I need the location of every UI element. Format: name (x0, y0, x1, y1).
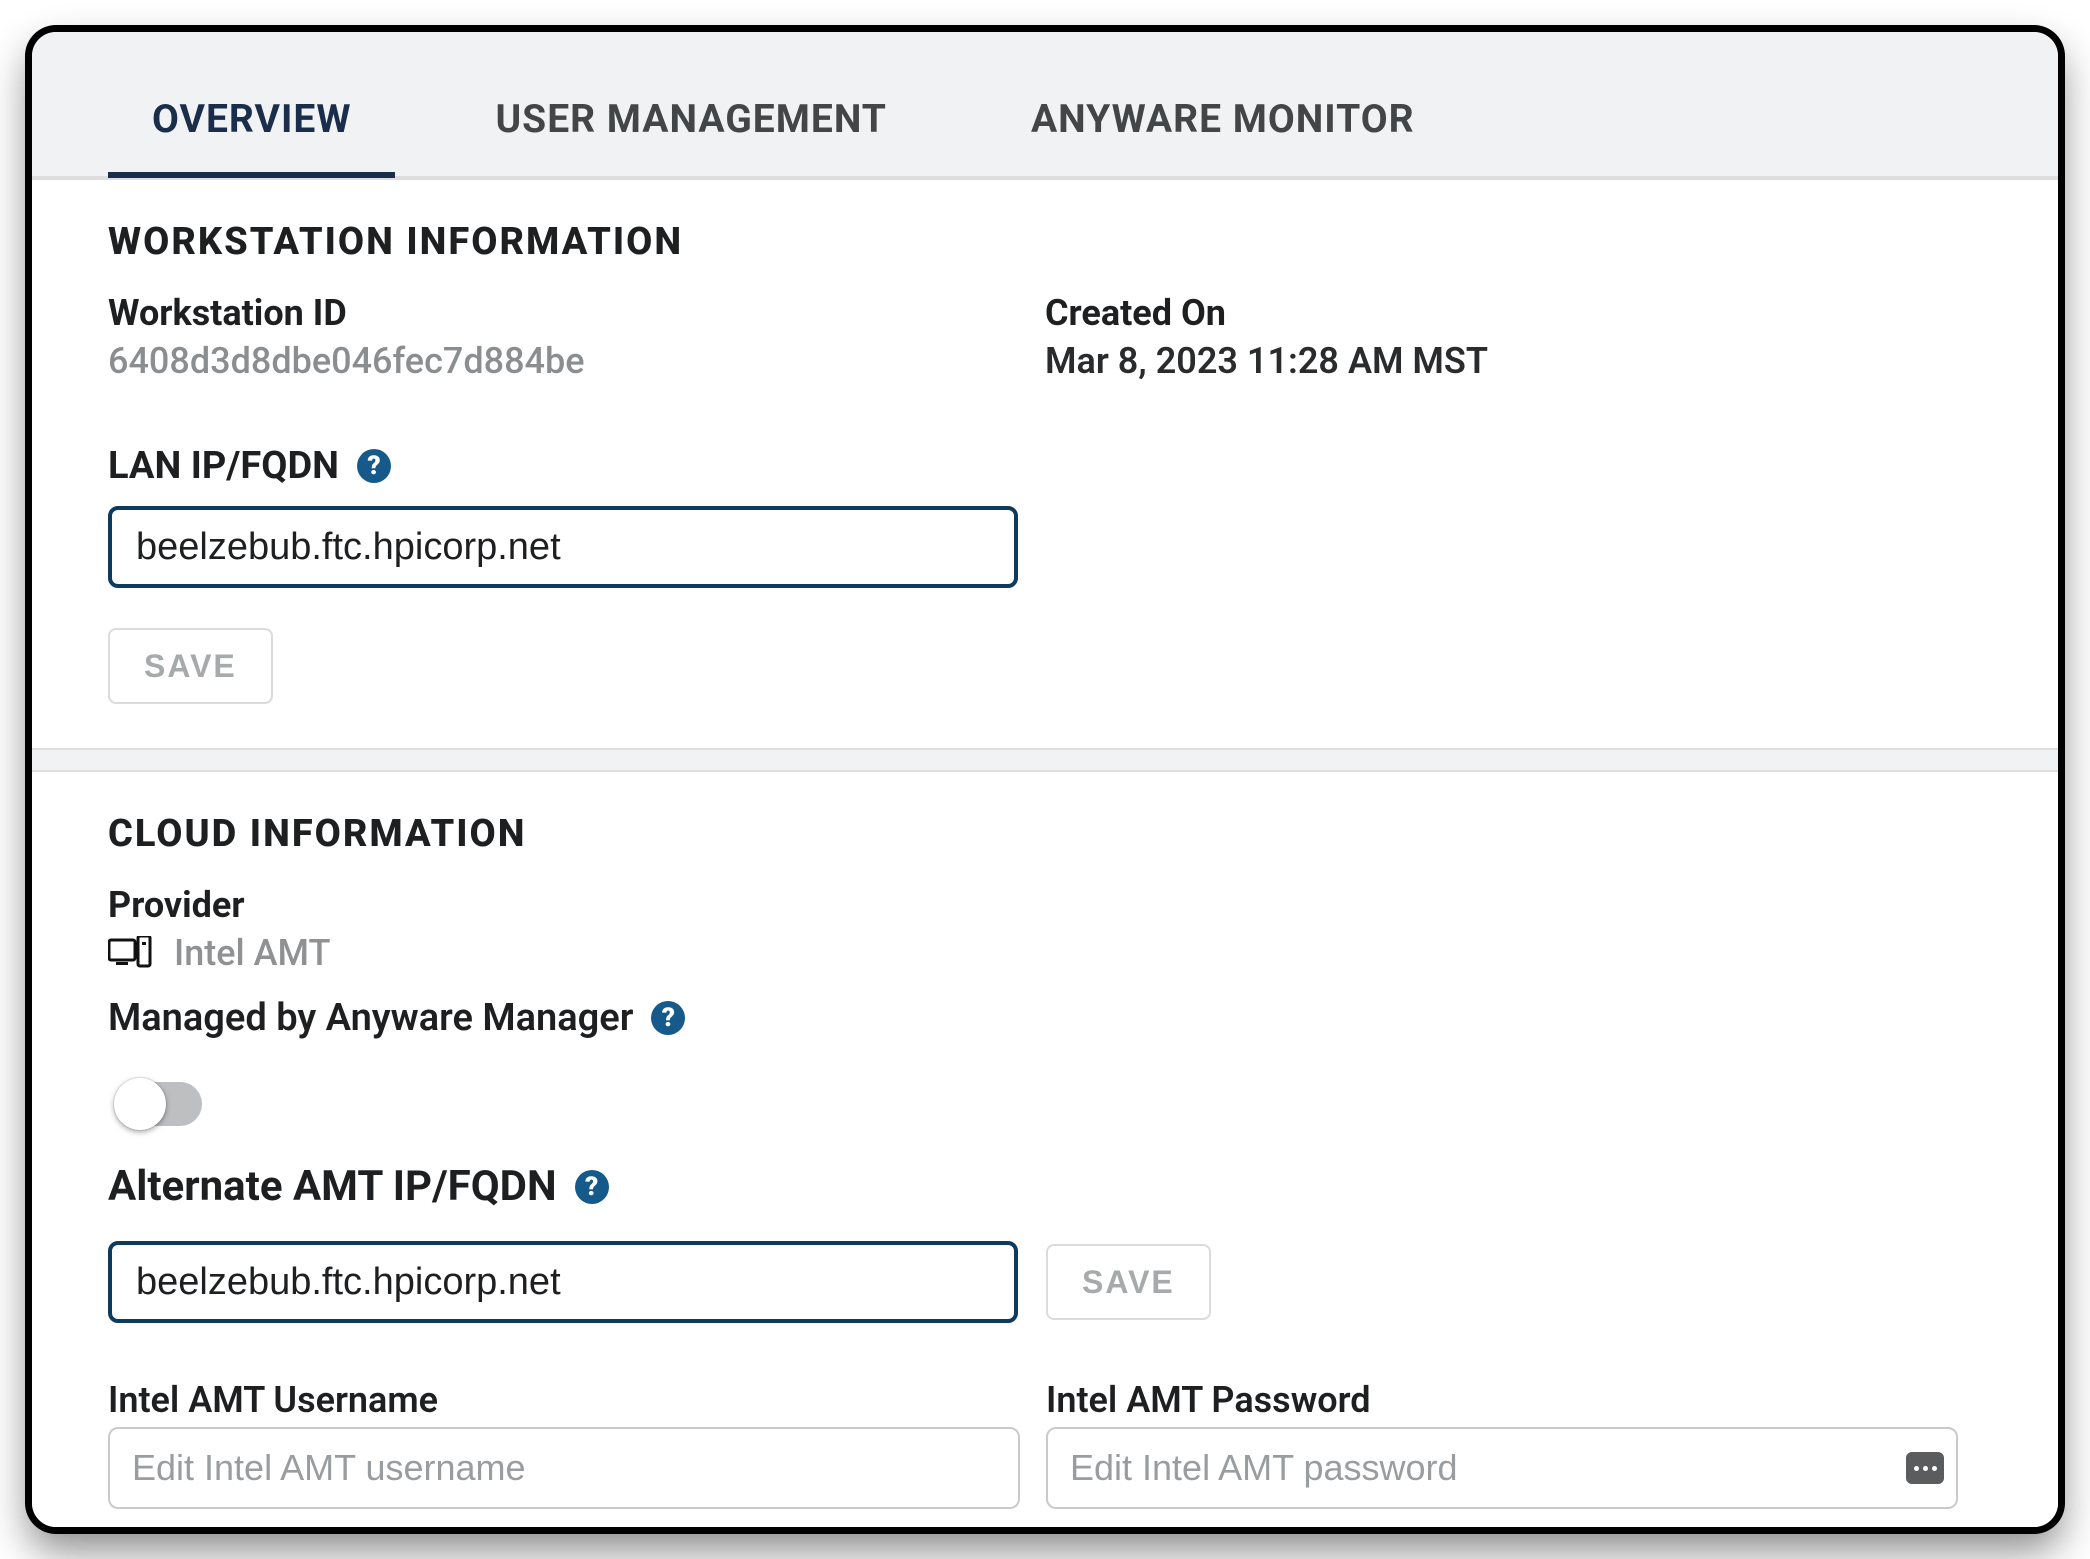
tab-bar: OVERVIEW USER MANAGEMENT ANYWARE MONITOR (32, 32, 2058, 178)
panel-workstation-info: WORKSTATION INFORMATION Workstation ID 6… (32, 178, 2058, 750)
toggle-knob (114, 1078, 166, 1130)
help-icon[interactable]: ? (575, 1170, 609, 1204)
save-lan-button[interactable]: SAVE (108, 628, 273, 704)
panel-cloud-info: CLOUD INFORMATION Provider Intel AMT (32, 770, 2058, 1531)
label-amt-password: Intel AMT Password (1046, 1379, 1958, 1421)
label-lan-ip-fqdn: LAN IP/FQDN ? (108, 444, 391, 488)
input-lan-ip-fqdn[interactable] (108, 506, 1018, 588)
label-alt-amt-ip-fqdn-text: Alternate AMT IP/FQDN (108, 1162, 557, 1211)
input-amt-password[interactable] (1046, 1427, 1958, 1509)
value-provider: Intel AMT (174, 932, 330, 974)
label-alt-amt-ip-fqdn: Alternate AMT IP/FQDN ? (108, 1162, 609, 1211)
help-icon[interactable]: ? (651, 1001, 685, 1035)
value-created-on: Mar 8, 2023 11:28 AM MST (1045, 340, 1934, 382)
save-alt-amt-button[interactable]: SAVE (1046, 1244, 1211, 1320)
tab-overview[interactable]: OVERVIEW (108, 78, 395, 178)
input-amt-username[interactable] (108, 1427, 1020, 1509)
workstation-icon (108, 936, 152, 970)
tab-anyware-monitor[interactable]: ANYWARE MONITOR (987, 78, 1459, 178)
help-icon[interactable]: ? (357, 449, 391, 483)
workstation-info-row: Workstation ID 6408d3d8dbe046fec7d884be … (108, 292, 1982, 382)
input-alt-amt-ip-fqdn[interactable] (108, 1241, 1018, 1323)
value-workstation-id: 6408d3d8dbe046fec7d884be (108, 340, 997, 382)
label-managed-by-text: Managed by Anyware Manager (108, 996, 633, 1040)
label-created-on: Created On (1045, 292, 1934, 334)
label-lan-ip-fqdn-text: LAN IP/FQDN (108, 444, 339, 488)
toggle-managed-by-anyware[interactable] (120, 1082, 202, 1126)
password-manager-icon[interactable] (1906, 1452, 1944, 1484)
section-title-cloud-info: CLOUD INFORMATION (108, 812, 1982, 856)
section-title-workstation-info: WORKSTATION INFORMATION (108, 220, 1982, 264)
app-window: OVERVIEW USER MANAGEMENT ANYWARE MONITOR… (28, 28, 2062, 1531)
label-workstation-id: Workstation ID (108, 292, 997, 334)
label-provider: Provider (108, 884, 1982, 926)
tab-user-management[interactable]: USER MANAGEMENT (451, 78, 930, 178)
label-amt-username: Intel AMT Username (108, 1379, 1020, 1421)
label-managed-by: Managed by Anyware Manager ? (108, 996, 685, 1040)
